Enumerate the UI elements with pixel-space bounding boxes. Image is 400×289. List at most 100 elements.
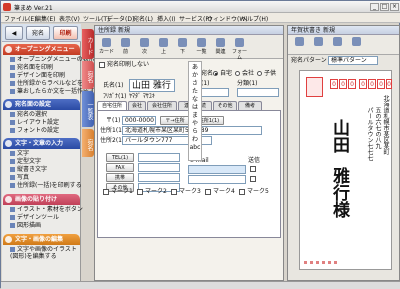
preview-button[interactable] [291,36,308,56]
menu-insert[interactable]: 挿入(I) [157,14,175,23]
send-checkbox[interactable] [250,166,256,172]
up-button[interactable]: 上 [155,37,172,57]
print-button[interactable]: 印刷 [53,26,78,40]
item-icon [10,112,15,117]
mark-checkbox[interactable] [171,189,177,195]
menu-file[interactable]: ファイル(E) [4,14,36,23]
sidebar-item[interactable]: デザインツール [10,214,59,222]
name-field[interactable]: 山田 雅行 [129,79,175,92]
kana-tab[interactable]: わ [189,136,201,144]
item-icon [10,120,15,125]
card-button[interactable]: カード [98,37,115,57]
zip-field[interactable]: 000-0000 [122,116,156,125]
zip-digit: 0 [339,79,347,89]
fax-field[interactable] [138,163,180,172]
section-image-paste[interactable]: 画像の貼り付け [3,194,80,205]
tab-company[interactable]: 会社 [128,101,146,110]
sidebar-item[interactable]: 文字や画像のイラスト(図形)を編集する [10,246,80,262]
app-icon [3,3,11,11]
kana-tab[interactable]: は [189,104,201,112]
kana-tab[interactable]: な [189,96,201,104]
send-checkbox-2[interactable] [250,176,256,182]
sidebar-button-0[interactable]: 宛名 [26,26,50,40]
sidebar-item[interactable]: 写真 [10,174,29,182]
mobile-field[interactable] [138,173,180,182]
sidebar-prev-button[interactable]: ◀ [5,26,23,40]
section-text-input[interactable]: 文字・文章の入力 [3,138,80,149]
relation-button[interactable]: 関連 [212,37,229,57]
sidebar-item[interactable]: 宛名面を印刷 [10,64,53,72]
sidebar-item[interactable]: 縦書き文字 [10,166,47,174]
kana-tab[interactable]: ら [189,128,201,136]
kana-tab[interactable]: か [189,72,201,80]
preview-button[interactable] [348,36,365,56]
kana-tab[interactable]: ま [189,112,201,120]
sidebar-item[interactable]: 宛名の選択 [10,111,47,119]
class-select[interactable] [237,88,279,97]
menu-help[interactable]: ヘルプ(H) [241,14,268,23]
preview-panel: 年賀状書き 新規 宛名パターン 標準パターン 0 0 0 0 0 0 0 北海道… [287,25,400,281]
fax-button[interactable]: FAX [106,163,134,172]
kana-tab[interactable]: さ [189,80,201,88]
menu-tools[interactable]: ツール(T) [83,14,109,23]
decoration [322,261,325,264]
sidebar-item[interactable]: 定型文字 [10,158,41,166]
tel-field[interactable] [138,153,180,162]
no-print-checkbox[interactable] [99,62,105,68]
menu-address[interactable]: 宛名(L) [133,14,153,23]
email-field[interactable] [188,165,246,174]
email-field-2[interactable] [188,175,246,184]
zip-to-address-button[interactable]: 〒→住所 [160,116,190,125]
kana-tab[interactable]: abc [189,144,201,152]
tab-company-address[interactable]: 会社住所 [147,101,177,110]
preview-button[interactable] [329,36,346,56]
edit-icon [314,37,323,46]
radio-child[interactable] [257,71,262,76]
radio-company[interactable] [235,71,240,76]
tel-button[interactable]: TEL(1) [106,153,134,162]
kana-tab[interactable]: た [189,88,201,96]
vtab-address[interactable]: 宛名 [82,61,94,89]
sidebar-item[interactable]: 文字 [10,150,29,158]
mobile-button[interactable]: 携帯 [106,173,134,182]
section-edit[interactable]: 文字・画像の編集 [3,234,80,245]
form-button[interactable]: フォーム [231,37,248,61]
prev-button[interactable]: 前 [117,37,134,57]
item-icon [10,215,15,220]
sidebar-item[interactable]: デザイン面を印刷 [10,72,65,80]
menu-view[interactable]: 表示(V) [59,14,80,23]
kana-tab[interactable]: あ [189,64,201,72]
list-button[interactable]: 一覧 [193,37,210,57]
mark-checkbox[interactable] [239,189,245,195]
pattern-select[interactable]: 標準パターン [328,56,378,65]
sidebar-item[interactable]: 図形描画 [10,222,41,230]
section-opening[interactable]: オープニングメニュー [3,44,80,55]
vtab-address-2[interactable]: 宛名 [82,129,94,157]
kana-tab[interactable]: や [189,120,201,128]
section-address-settings[interactable]: 宛名面の設定 [3,99,80,110]
mark-label: マーク1 [111,188,133,195]
down-button[interactable]: 下 [174,37,191,57]
tab-notes[interactable]: 備考 [238,101,262,110]
vtab-card[interactable]: カード [82,29,94,59]
preview-button[interactable] [310,36,327,56]
menu-data[interactable]: データ(D) [107,14,134,23]
sidebar-item[interactable]: イラスト・素材をボタン [10,206,83,214]
maximize-button[interactable]: □ [380,3,389,11]
sidebar-item[interactable]: 住所録(一括)を印刷する [10,182,82,190]
mark-checkbox[interactable] [137,189,143,195]
minimize-button[interactable]: _ [370,3,379,11]
radio-home[interactable] [213,71,218,76]
item-icon [10,65,15,70]
zip-digit: 0 [386,79,392,89]
sidebar-item[interactable]: フォントの設定 [10,127,59,135]
menu-edit[interactable]: 編集(E) [35,14,55,23]
mark-checkbox[interactable] [205,189,211,195]
next-button[interactable]: 次 [136,37,153,57]
close-button[interactable]: × [390,3,399,11]
preview-toolbar [288,35,399,55]
sidebar-item[interactable]: レイアウト設定 [10,119,59,127]
mark-checkbox[interactable] [103,189,109,195]
tab-other[interactable]: その他 [213,101,237,110]
vtab-list[interactable]: 一覧表 [82,91,94,127]
